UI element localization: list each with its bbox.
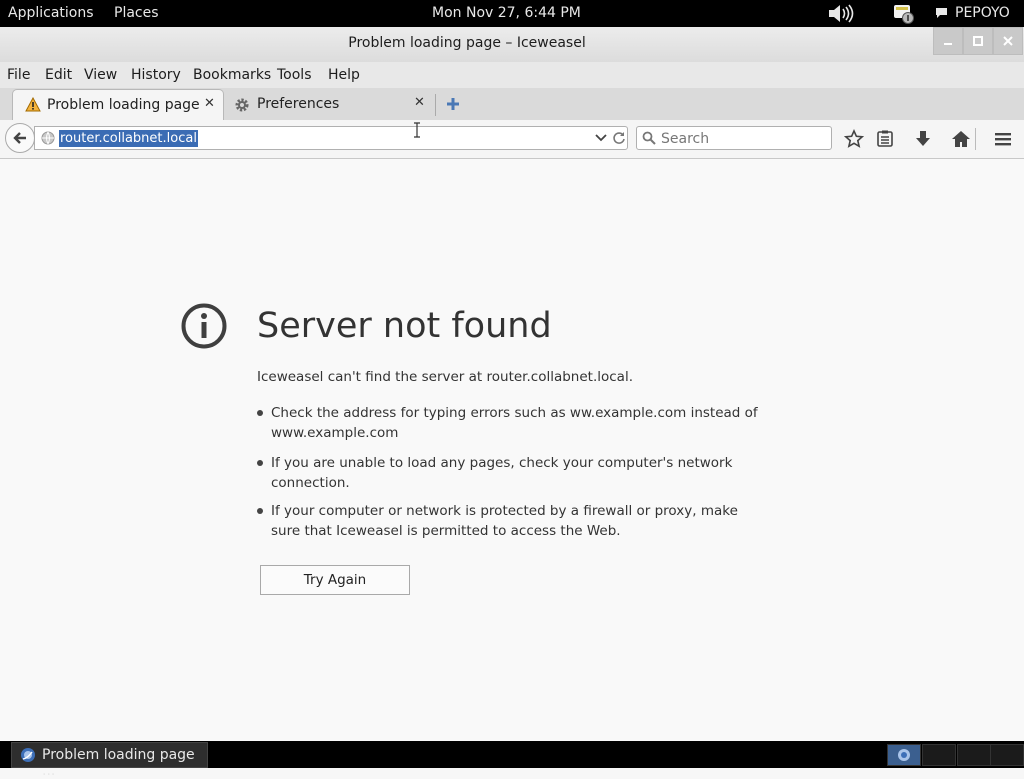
volume-icon[interactable]: [828, 4, 854, 23]
menu-bar: File Edit View History Bookmarks Tools H…: [0, 62, 1024, 88]
user-menu[interactable]: PEPOYO: [955, 5, 1010, 22]
download-icon[interactable]: [913, 129, 933, 149]
error-bullet: If you are unable to load any pages, che…: [257, 453, 771, 493]
window-title: Problem loading page – Iceweasel: [348, 35, 586, 51]
minimize-icon: [944, 43, 952, 45]
clock[interactable]: Mon Nov 27, 6:44 PM: [432, 5, 581, 22]
close-icon: [1003, 36, 1013, 46]
tab-close-button[interactable]: ✕: [414, 95, 425, 110]
workspace-4[interactable]: [990, 744, 1024, 766]
reading-list-icon[interactable]: [875, 129, 895, 149]
search-box[interactable]: Search: [636, 126, 832, 150]
maximize-button[interactable]: [963, 27, 993, 55]
info-icon: [181, 303, 227, 349]
menu-history[interactable]: History: [131, 67, 181, 83]
workspace-2[interactable]: [922, 744, 956, 766]
error-description: Iceweasel can't find the server at route…: [257, 369, 633, 385]
menu-view[interactable]: View: [84, 67, 117, 83]
tab-label: Problem loading page: [47, 97, 200, 113]
workspace-3[interactable]: [957, 744, 991, 766]
url-text[interactable]: router.collabnet.local: [59, 130, 198, 147]
bullet-text: If you are unable to load any pages, che…: [271, 455, 733, 491]
bullet-dot: [257, 410, 263, 416]
applications-menu[interactable]: Applications: [8, 5, 94, 22]
bookmark-star-icon[interactable]: [844, 129, 864, 149]
search-placeholder: Search: [661, 131, 710, 147]
tab-separator: [435, 94, 436, 116]
error-title: Server not found: [257, 306, 552, 346]
places-menu[interactable]: Places: [114, 5, 159, 22]
minimize-button[interactable]: [933, 27, 963, 55]
chevron-down-icon[interactable]: [595, 134, 607, 143]
taskbar-window-item[interactable]: Problem loading page ...: [11, 742, 208, 779]
navigation-bar: router.collabnet.local Search: [0, 120, 1024, 159]
back-arrow-icon: [13, 132, 26, 144]
gear-icon: [235, 98, 249, 112]
page-content: Server not found Iceweasel can't find th…: [0, 159, 1024, 741]
text-cursor-icon: [414, 122, 420, 138]
close-window-button[interactable]: [993, 27, 1023, 55]
tab-preferences[interactable]: Preferences ✕: [226, 89, 436, 120]
try-again-button[interactable]: Try Again: [260, 565, 410, 595]
hamburger-menu-icon[interactable]: [993, 129, 1013, 149]
home-icon[interactable]: [951, 129, 971, 149]
notification-icon[interactable]: [893, 3, 915, 24]
menu-help[interactable]: Help: [328, 67, 360, 83]
error-bullet: Check the address for typing errors such…: [257, 403, 771, 443]
menu-edit[interactable]: Edit: [45, 67, 72, 83]
tab-strip: Problem loading page ✕ Preferences ✕: [0, 88, 1024, 121]
iceweasel-icon: [898, 749, 910, 761]
bullet-dot: [257, 508, 263, 514]
tab-label: Preferences: [257, 96, 340, 112]
system-top-bar: Applications Places Mon Nov 27, 6:44 PM …: [0, 0, 1024, 27]
search-icon[interactable]: [642, 131, 656, 145]
taskbar-window-label: Problem loading page ...: [42, 747, 195, 779]
iceweasel-icon: [21, 748, 35, 762]
window-title-bar[interactable]: Problem loading page – Iceweasel: [0, 27, 1024, 62]
warning-icon: [25, 97, 41, 112]
tab-close-button[interactable]: ✕: [204, 96, 215, 111]
menu-file[interactable]: File: [7, 67, 30, 83]
reload-icon[interactable]: [612, 131, 626, 145]
url-bar[interactable]: router.collabnet.local: [34, 126, 628, 150]
bottom-taskbar: Problem loading page ...: [0, 741, 1024, 779]
tab-problem-loading[interactable]: Problem loading page ✕: [12, 89, 224, 120]
workspace-1[interactable]: [887, 744, 921, 766]
chat-status-icon[interactable]: [935, 7, 948, 18]
back-button[interactable]: [5, 123, 35, 153]
bullet-text: If your computer or network is protected…: [271, 503, 738, 539]
menu-tools[interactable]: Tools: [277, 67, 312, 83]
toolbar-separator: [975, 128, 976, 150]
globe-icon[interactable]: [41, 131, 55, 145]
bullet-text: Check the address for typing errors such…: [271, 405, 758, 441]
menu-bookmarks[interactable]: Bookmarks: [193, 67, 271, 83]
maximize-icon: [973, 36, 983, 46]
new-tab-icon[interactable]: [446, 97, 460, 111]
error-bullet: If your computer or network is protected…: [257, 501, 771, 541]
bullet-dot: [257, 460, 263, 466]
